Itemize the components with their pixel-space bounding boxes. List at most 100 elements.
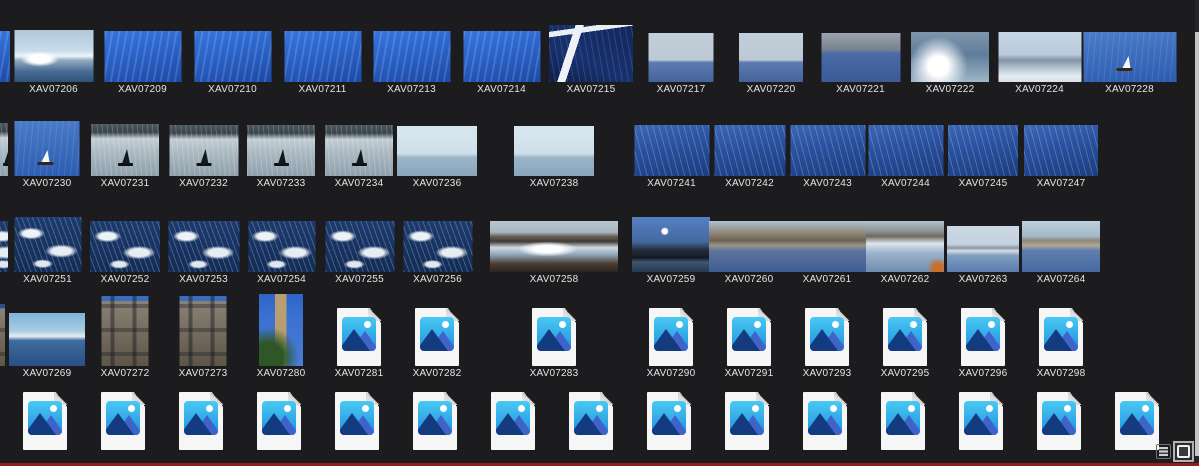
file-item[interactable]: XAV07247 <box>1024 110 1098 190</box>
file-item[interactable]: XAV07283 <box>521 290 587 380</box>
image-file-icon[interactable] <box>179 392 223 450</box>
image-file-icon[interactable] <box>959 392 1003 450</box>
photo-thumbnail[interactable] <box>549 25 633 82</box>
photo-thumbnail[interactable] <box>947 226 1019 272</box>
photo-thumbnail[interactable] <box>714 125 785 176</box>
photo-thumbnail[interactable] <box>998 32 1081 82</box>
file-item-partial[interactable] <box>714 390 780 452</box>
file-item[interactable]: XAV07296 <box>950 290 1016 380</box>
file-item-partial[interactable] <box>402 390 468 452</box>
photo-thumbnail[interactable] <box>709 221 789 272</box>
photo-thumbnail[interactable] <box>325 221 394 272</box>
file-item[interactable]: XAV07222 <box>911 16 989 96</box>
file-item[interactable]: XAV07224 <box>998 16 1081 96</box>
photo-thumbnail[interactable] <box>866 221 944 272</box>
image-file-icon[interactable] <box>803 392 847 450</box>
photo-thumbnail[interactable] <box>403 221 472 272</box>
file-item[interactable]: XAV07256 <box>403 206 472 286</box>
photo-thumbnail[interactable] <box>194 31 271 82</box>
photo-thumbnail[interactable] <box>14 217 81 272</box>
photo-thumbnail[interactable] <box>180 296 227 366</box>
photo-thumbnail[interactable] <box>649 33 714 82</box>
file-item[interactable]: XAV07215 <box>549 16 633 96</box>
file-item-partial[interactable] <box>246 390 312 452</box>
file-item[interactable]: XAV07252 <box>90 206 160 286</box>
file-item[interactable]: XAV07220 <box>738 16 804 96</box>
file-item[interactable]: XAV07269 <box>9 290 85 380</box>
file-item[interactable]: XAV07244 <box>868 110 943 190</box>
image-file-icon[interactable] <box>1115 392 1159 450</box>
file-item-partial[interactable] <box>0 206 8 286</box>
photo-thumbnail[interactable] <box>90 221 160 272</box>
file-item[interactable]: XAV07264 <box>1022 206 1100 286</box>
photo-thumbnail[interactable] <box>0 123 8 176</box>
file-item-partial[interactable] <box>0 110 8 190</box>
file-item[interactable]: XAV07213 <box>373 16 450 96</box>
image-file-icon[interactable] <box>805 308 849 366</box>
photo-thumbnail[interactable] <box>739 33 803 82</box>
image-file-icon[interactable] <box>1037 392 1081 450</box>
photo-thumbnail[interactable] <box>14 30 93 82</box>
file-item-partial[interactable] <box>558 390 624 452</box>
file-item[interactable]: XAV07211 <box>284 16 361 96</box>
photo-thumbnail[interactable] <box>91 124 159 176</box>
image-file-icon[interactable] <box>727 308 771 366</box>
file-item[interactable]: XAV07242 <box>714 110 785 190</box>
file-item-partial[interactable] <box>0 290 5 380</box>
photo-thumbnail[interactable] <box>787 221 867 272</box>
file-item-partial[interactable] <box>948 390 1014 452</box>
image-file-icon[interactable] <box>1039 308 1083 366</box>
file-item[interactable]: XAV07263 <box>947 206 1019 286</box>
file-item[interactable]: XAV07228 <box>1083 16 1176 96</box>
file-item[interactable]: XAV07290 <box>638 290 704 380</box>
details-view-button[interactable] <box>1156 444 1171 459</box>
photo-thumbnail[interactable] <box>1083 32 1176 82</box>
file-item[interactable]: XAV07231 <box>91 110 159 190</box>
photo-thumbnail[interactable] <box>259 294 303 366</box>
photo-thumbnail[interactable] <box>0 221 8 272</box>
photo-thumbnail[interactable] <box>948 125 1018 176</box>
file-item-partial[interactable] <box>636 390 702 452</box>
file-item-partial[interactable] <box>90 390 156 452</box>
file-item[interactable]: XAV07259 <box>632 206 710 286</box>
photo-thumbnail[interactable] <box>1022 221 1100 272</box>
image-file-icon[interactable] <box>569 392 613 450</box>
image-file-icon[interactable] <box>961 308 1005 366</box>
file-item[interactable]: XAV07238 <box>514 110 594 190</box>
photo-thumbnail[interactable] <box>373 31 450 82</box>
photo-thumbnail[interactable] <box>102 296 149 366</box>
file-item[interactable]: XAV07217 <box>648 16 714 96</box>
file-item-partial[interactable] <box>792 390 858 452</box>
image-file-icon[interactable] <box>335 392 379 450</box>
file-item[interactable]: XAV07298 <box>1028 290 1094 380</box>
photo-thumbnail[interactable] <box>632 217 710 272</box>
photo-thumbnail[interactable] <box>911 32 989 82</box>
photo-thumbnail[interactable] <box>397 126 477 176</box>
file-item[interactable]: XAV07243 <box>790 110 865 190</box>
image-file-icon[interactable] <box>413 392 457 450</box>
file-item[interactable]: XAV07236 <box>397 110 477 190</box>
file-item[interactable]: XAV07255 <box>325 206 394 286</box>
image-file-icon[interactable] <box>257 392 301 450</box>
file-item-partial[interactable] <box>1104 390 1170 452</box>
photo-thumbnail[interactable] <box>325 125 393 176</box>
image-file-icon[interactable] <box>649 308 693 366</box>
file-item[interactable]: XAV07261 <box>787 206 867 286</box>
photo-thumbnail[interactable] <box>15 121 80 176</box>
photo-thumbnail[interactable] <box>1024 125 1098 176</box>
file-item[interactable]: XAV07260 <box>709 206 789 286</box>
file-item[interactable]: XAV07234 <box>325 110 393 190</box>
photo-thumbnail[interactable] <box>868 125 943 176</box>
photo-thumbnail[interactable] <box>790 125 865 176</box>
file-item[interactable]: XAV07258 <box>490 206 618 286</box>
file-item[interactable]: XAV07241 <box>634 110 709 190</box>
photo-thumbnail[interactable] <box>490 221 618 272</box>
image-file-icon[interactable] <box>647 392 691 450</box>
image-file-icon[interactable] <box>883 308 927 366</box>
image-file-icon[interactable] <box>337 308 381 366</box>
file-item[interactable]: XAV07254 <box>248 206 315 286</box>
file-item[interactable]: XAV07253 <box>168 206 239 286</box>
file-item[interactable]: XAV07291 <box>716 290 782 380</box>
file-item[interactable]: XAV07245 <box>948 110 1018 190</box>
file-item-partial[interactable] <box>870 390 936 452</box>
